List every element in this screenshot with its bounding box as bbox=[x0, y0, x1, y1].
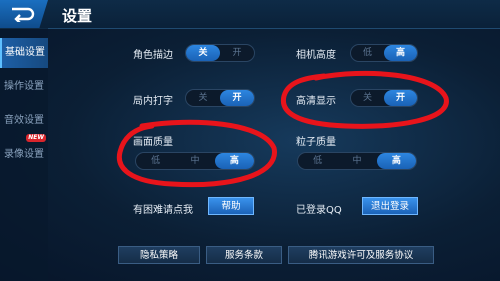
outline-toggle[interactable]: 关 开 bbox=[185, 44, 255, 62]
camera-low-option[interactable]: 低 bbox=[351, 45, 384, 61]
page-title: 设置 bbox=[62, 7, 93, 25]
quality-toggle[interactable]: 低 中 高 bbox=[135, 152, 255, 170]
particles-toggle[interactable]: 低 中 高 bbox=[297, 152, 417, 170]
sidebar-item-sound[interactable]: 音效设置 bbox=[0, 106, 48, 136]
camera-height-toggle[interactable]: 低 高 bbox=[350, 44, 418, 62]
local-typing-label: 局内打字 bbox=[133, 96, 173, 107]
particles-low-option[interactable]: 低 bbox=[298, 153, 337, 169]
sidebar-item-controls[interactable]: 操作设置 bbox=[0, 72, 48, 102]
quality-label: 画面质量 bbox=[133, 137, 173, 148]
outline-on-option[interactable]: 开 bbox=[220, 45, 254, 61]
particles-label: 粒子质量 bbox=[296, 137, 336, 148]
privacy-button[interactable]: 隐私策略 bbox=[118, 246, 200, 264]
hd-display-toggle[interactable]: 关 开 bbox=[350, 89, 418, 107]
terms-button[interactable]: 服务条款 bbox=[206, 246, 282, 264]
quality-low-option[interactable]: 低 bbox=[136, 153, 175, 169]
help-label: 有困难请点我 bbox=[133, 205, 193, 216]
sidebar-item-label: 录像设置 bbox=[4, 149, 44, 160]
account-label: 已登录QQ bbox=[296, 205, 342, 216]
new-badge: NEW bbox=[26, 134, 46, 142]
back-button[interactable] bbox=[0, 0, 48, 28]
typing-off-option[interactable]: 关 bbox=[186, 90, 220, 106]
outline-off-option[interactable]: 关 bbox=[186, 45, 220, 61]
typing-on-option[interactable]: 开 bbox=[220, 90, 254, 106]
sidebar-item-replay[interactable]: 录像设置 NEW bbox=[0, 134, 48, 170]
sidebar: 基础设置 操作设置 音效设置 录像设置 NEW bbox=[0, 28, 48, 281]
outline-label: 角色描边 bbox=[133, 50, 173, 61]
top-bar: 设置 bbox=[0, 0, 500, 29]
particles-high-option[interactable]: 高 bbox=[376, 153, 416, 169]
camera-high-option[interactable]: 高 bbox=[384, 45, 417, 61]
license-button[interactable]: 腾讯游戏许可及服务协议 bbox=[288, 246, 434, 264]
back-arrow-icon bbox=[12, 7, 35, 22]
quality-high-option[interactable]: 高 bbox=[214, 153, 254, 169]
hd-off-option[interactable]: 关 bbox=[351, 90, 384, 106]
camera-height-label: 相机高度 bbox=[296, 50, 336, 61]
particles-mid-option[interactable]: 中 bbox=[337, 153, 376, 169]
logout-button[interactable]: 退出登录 bbox=[362, 197, 418, 215]
local-typing-toggle[interactable]: 关 开 bbox=[185, 89, 255, 107]
hd-display-label: 高清显示 bbox=[296, 96, 336, 107]
help-button[interactable]: 帮助 bbox=[208, 197, 254, 215]
sidebar-item-basic[interactable]: 基础设置 bbox=[0, 38, 48, 68]
hd-on-option[interactable]: 开 bbox=[384, 90, 417, 106]
quality-mid-option[interactable]: 中 bbox=[175, 153, 214, 169]
